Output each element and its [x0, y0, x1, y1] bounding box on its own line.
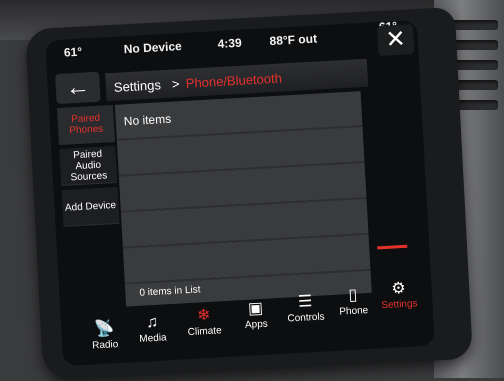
back-arrow-icon: ← — [65, 73, 91, 102]
radio-icon: 📡 — [93, 320, 115, 339]
nav-label: Settings — [381, 298, 418, 312]
empty-list-text: No items — [123, 111, 172, 129]
infotainment-screen: 61° No Device 4:39 88°F out 61° ✕ ← Sett… — [45, 19, 435, 367]
sidebar: Paired Phones Paired Audio Sources Add D… — [56, 104, 120, 230]
sidebar-item-paired-audio-sources[interactable]: Paired Audio Sources — [59, 145, 118, 186]
nav-media[interactable]: ♫ Media — [129, 312, 177, 346]
controls-icon: ☰ — [297, 293, 313, 311]
breadcrumb-settings[interactable]: Settings — [113, 77, 161, 95]
nav-label: Controls — [287, 311, 325, 325]
nav-controls[interactable]: ☰ Controls — [282, 291, 330, 325]
nav-label: Phone — [339, 305, 369, 318]
nav-label: Apps — [244, 318, 269, 331]
phone-icon: ▯ — [348, 286, 358, 305]
nav-label: Media — [139, 332, 167, 345]
breadcrumb-current: Phone/Bluetooth — [185, 70, 283, 91]
breadcrumb-separator: > — [171, 76, 180, 92]
sidebar-item-add-device[interactable]: Add Device — [61, 186, 120, 227]
back-button[interactable]: ← — [55, 71, 101, 105]
nav-radio[interactable]: 📡 Radio — [81, 319, 129, 353]
nav-settings[interactable]: ⚙ Settings — [375, 278, 423, 312]
outside-temp: 88°F out — [269, 31, 318, 49]
gear-icon: ⚙ — [390, 279, 407, 298]
nav-apps[interactable]: ▣ Apps — [232, 298, 280, 332]
close-button[interactable]: ✕ — [376, 24, 415, 57]
sidebar-item-paired-phones[interactable]: Paired Phones — [56, 104, 115, 146]
driver-temp: 61° — [63, 44, 83, 60]
nav-label: Radio — [91, 339, 119, 352]
close-icon: ✕ — [384, 25, 407, 54]
apps-icon: ▣ — [247, 299, 264, 318]
nav-climate[interactable]: ❄ Climate — [180, 305, 228, 339]
audio-source: No Device — [123, 39, 183, 57]
nav-phone[interactable]: ▯ Phone — [329, 285, 377, 319]
device-list[interactable]: No items — [114, 91, 372, 307]
climate-icon: ❄ — [196, 306, 211, 325]
clock: 4:39 — [217, 35, 243, 52]
nav-label: Climate — [187, 325, 222, 339]
music-note-icon: ♫ — [145, 313, 159, 332]
settings-selected-indicator — [377, 244, 408, 250]
